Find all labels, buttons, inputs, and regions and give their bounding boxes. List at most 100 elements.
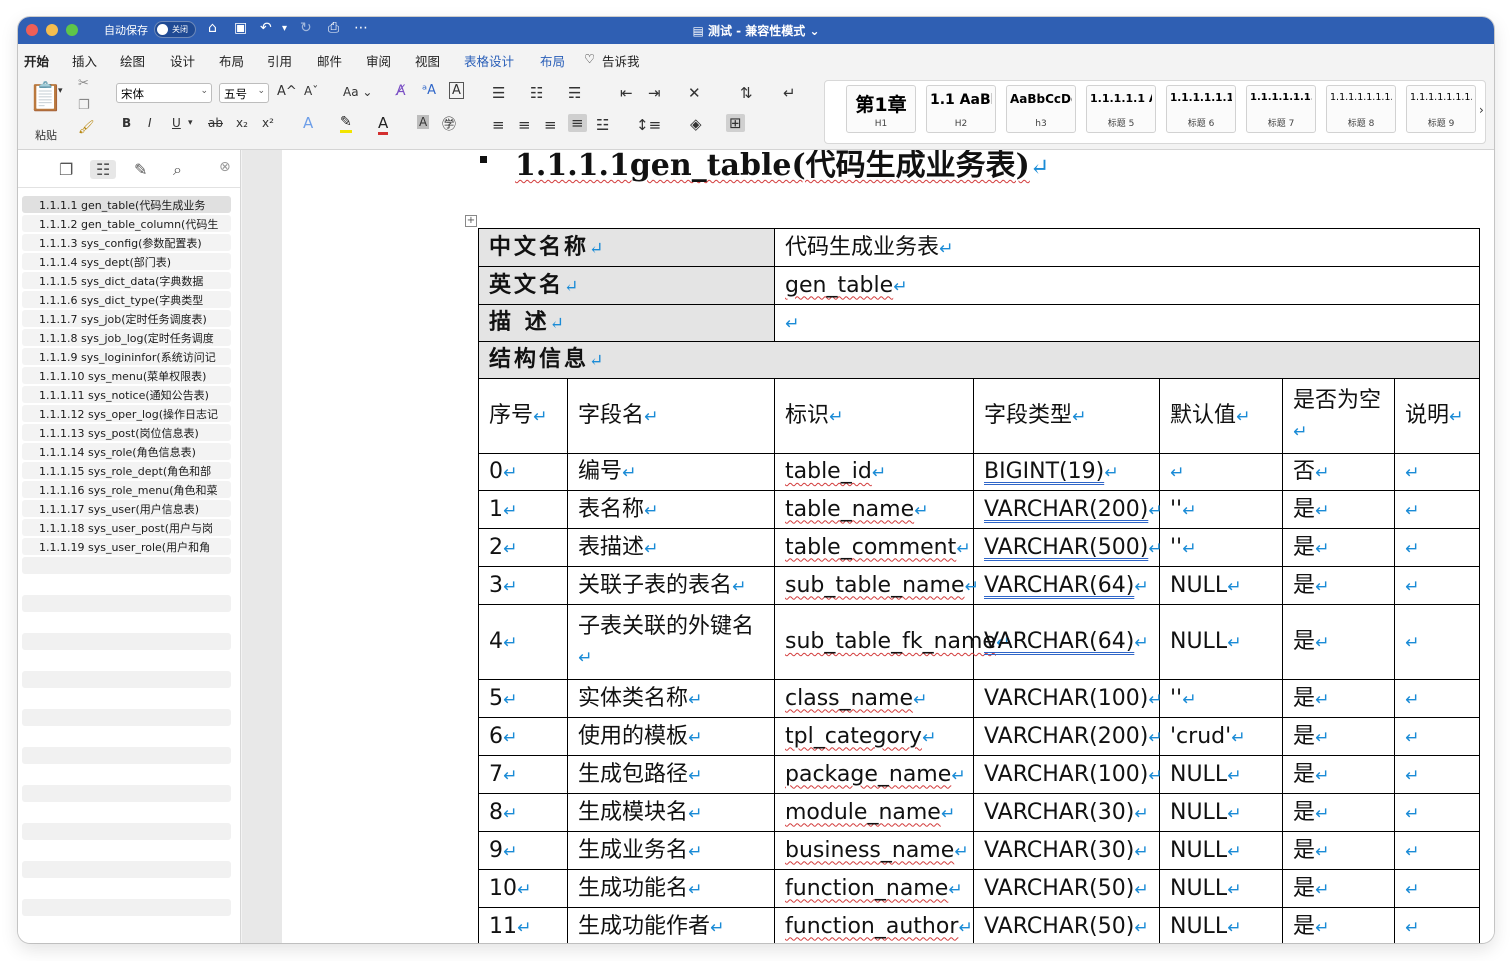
col-header-nullable[interactable]: 是否为空 ↵: [1282, 378, 1395, 454]
cell-field-name[interactable]: 生成包路径↵: [567, 755, 775, 794]
comments-icon[interactable]: ✎: [134, 160, 147, 179]
cell-seq[interactable]: 10↵: [478, 869, 568, 908]
bold-icon[interactable]: B: [122, 116, 131, 130]
strikethrough-icon[interactable]: ab: [208, 116, 223, 130]
char-shading-icon[interactable]: A: [417, 115, 430, 129]
cell-nullable[interactable]: 是↵: [1282, 869, 1395, 908]
cell-field-name[interactable]: 生成功能名↵: [567, 869, 775, 908]
cell-nullable[interactable]: 是↵: [1282, 528, 1395, 567]
borders-icon[interactable]: ⊞: [726, 114, 745, 132]
cell-seq[interactable]: 3↵: [478, 566, 568, 605]
style-heading-5[interactable]: 1.1.1.1.1 A 标题 5: [1086, 85, 1156, 133]
cell-nullable[interactable]: 是↵: [1282, 604, 1395, 680]
cut-icon[interactable]: ✂: [78, 76, 89, 91]
font-color-icon[interactable]: A: [378, 114, 389, 135]
decrease-indent-icon[interactable]: ⇤: [620, 84, 633, 102]
tab-insert[interactable]: 插入: [72, 51, 97, 70]
cell-default[interactable]: ''↵: [1159, 528, 1283, 567]
cell-seq[interactable]: 8↵: [478, 793, 568, 832]
cell-field-name[interactable]: 表描述↵: [567, 528, 775, 567]
nav-heading-item[interactable]: 1.1.1.18 sys_user_post(用户与岗: [22, 519, 231, 536]
cn-name-label-cell[interactable]: 中文名称↵: [478, 228, 775, 267]
align-left-icon[interactable]: ≡: [492, 116, 505, 134]
styles-more-icon[interactable]: ›: [1479, 103, 1484, 117]
nav-heading-item[interactable]: 1.1.1.13 sys_post(岗位信息表): [22, 424, 231, 441]
align-right-icon[interactable]: ≡: [544, 116, 557, 134]
underline-dropdown-icon[interactable]: ▾: [188, 118, 193, 128]
cell-field-name[interactable]: 关联子表的表名↵: [567, 566, 775, 605]
cell-nullable[interactable]: 是↵: [1282, 679, 1395, 718]
tell-me-icon[interactable]: ♡: [584, 51, 595, 66]
cell-note[interactable]: ↵: [1393, 453, 1481, 491]
nav-heading-item[interactable]: 1.1.1.3 sys_config(参数配置表): [22, 234, 231, 251]
cell-note[interactable]: ↵: [1393, 755, 1481, 794]
cell-field-name[interactable]: 生成模块名↵: [567, 793, 775, 832]
tab-table-design[interactable]: 表格设计: [464, 51, 514, 70]
cell-note[interactable]: ↵: [1393, 869, 1481, 908]
tab-references[interactable]: 引用: [267, 51, 292, 70]
cell-nullable[interactable]: 是↵: [1282, 793, 1395, 832]
cell-seq[interactable]: 7↵: [478, 755, 568, 794]
distributed-icon[interactable]: ☳: [596, 116, 609, 134]
nav-heading-item[interactable]: 1.1.1.11 sys_notice(通知公告表): [22, 386, 231, 403]
style-h2[interactable]: 1.1 AaBl H2: [926, 85, 996, 133]
cell-nullable[interactable]: 是↵: [1282, 755, 1395, 794]
cell-default[interactable]: NULL↵: [1159, 566, 1283, 605]
cell-field-name[interactable]: 子表关联的外键名 ↵: [567, 604, 775, 680]
asian-layout-icon[interactable]: ✕: [688, 84, 701, 102]
numbering-icon[interactable]: ☷: [530, 84, 543, 102]
style-h1[interactable]: 第1章 H1: [846, 85, 916, 133]
highlight-icon[interactable]: ✎: [340, 114, 352, 133]
enclose-char-icon[interactable]: ㊫: [442, 114, 456, 134]
cell-default[interactable]: NULL↵: [1159, 907, 1283, 943]
tab-home[interactable]: 开始: [24, 51, 50, 76]
cell-identifier[interactable]: business_name↵: [774, 831, 974, 870]
cell-note[interactable]: ↵: [1393, 793, 1481, 832]
cell-note[interactable]: ↵: [1393, 907, 1481, 943]
increase-indent-icon[interactable]: ⇥: [648, 84, 661, 102]
tab-table-layout[interactable]: 布局: [540, 51, 565, 70]
cell-field-type[interactable]: VARCHAR(200)↵: [973, 490, 1163, 529]
tab-tell-me[interactable]: 告诉我: [602, 51, 640, 70]
cell-field-type[interactable]: VARCHAR(100)↵: [973, 755, 1163, 794]
nav-heading-item[interactable]: 1.1.1.9 sys_logininfor(系统访问记: [22, 348, 231, 365]
cell-identifier[interactable]: class_name↵: [774, 679, 974, 718]
text-effects-icon[interactable]: A: [303, 114, 313, 132]
cell-default[interactable]: ↵: [1159, 453, 1283, 491]
underline-icon[interactable]: U: [172, 116, 181, 130]
cell-nullable[interactable]: 是↵: [1282, 831, 1395, 870]
en-name-cell[interactable]: gen_table↵: [773, 266, 1481, 305]
cell-default[interactable]: ''↵: [1159, 490, 1283, 529]
cell-note[interactable]: ↵: [1393, 717, 1481, 756]
multilevel-list-icon[interactable]: ☴: [568, 84, 581, 102]
col-header-seq[interactable]: 序号↵: [478, 378, 568, 454]
cell-seq[interactable]: 11↵: [478, 907, 568, 943]
cell-identifier[interactable]: package_name↵: [774, 755, 974, 794]
cell-field-type[interactable]: VARCHAR(30)↵: [973, 831, 1160, 870]
style-heading-7[interactable]: 1.1.1.1.1.1.1 标题 7: [1246, 85, 1316, 133]
table-move-handle[interactable]: +: [465, 215, 477, 227]
copy-icon[interactable]: ❐: [78, 98, 90, 113]
cell-field-type[interactable]: BIGINT(19)↵: [973, 453, 1160, 491]
section-heading[interactable]: 1.1.1.1gen_table(代码生成业务表)↵: [515, 150, 1049, 184]
cell-seq[interactable]: 4↵: [478, 604, 568, 680]
align-center-icon[interactable]: ≡: [518, 116, 531, 134]
clear-format-icon[interactable]: A̸: [396, 83, 406, 99]
cell-identifier[interactable]: function_author↵: [774, 907, 974, 943]
justify-icon[interactable]: ≡: [568, 114, 587, 132]
tab-design[interactable]: 设计: [170, 51, 195, 70]
desc-cell[interactable]: ↵: [773, 304, 1481, 342]
document-map-icon[interactable]: ☷: [90, 160, 117, 179]
cell-field-type[interactable]: VARCHAR(50)↵: [973, 907, 1160, 943]
cell-seq[interactable]: 1↵: [478, 490, 568, 529]
cell-default[interactable]: NULL↵: [1159, 869, 1283, 908]
change-case-button[interactable]: Aa ⌄: [343, 85, 372, 99]
nav-heading-item[interactable]: 1.1.1.19 sys_user_role(用户和角: [22, 538, 231, 555]
cell-field-name[interactable]: 编号↵: [567, 453, 775, 491]
cell-field-type[interactable]: VARCHAR(30)↵: [973, 793, 1160, 832]
style-heading-8[interactable]: 1.1.1.1.1.1.1. 标题 8: [1326, 85, 1396, 133]
nav-heading-item[interactable]: 1.1.1.4 sys_dept(部门表): [22, 253, 231, 270]
cell-seq[interactable]: 5↵: [478, 679, 568, 718]
shrink-font-icon[interactable]: Aˇ: [304, 84, 318, 98]
en-name-label-cell[interactable]: 英文名↵: [478, 266, 775, 305]
